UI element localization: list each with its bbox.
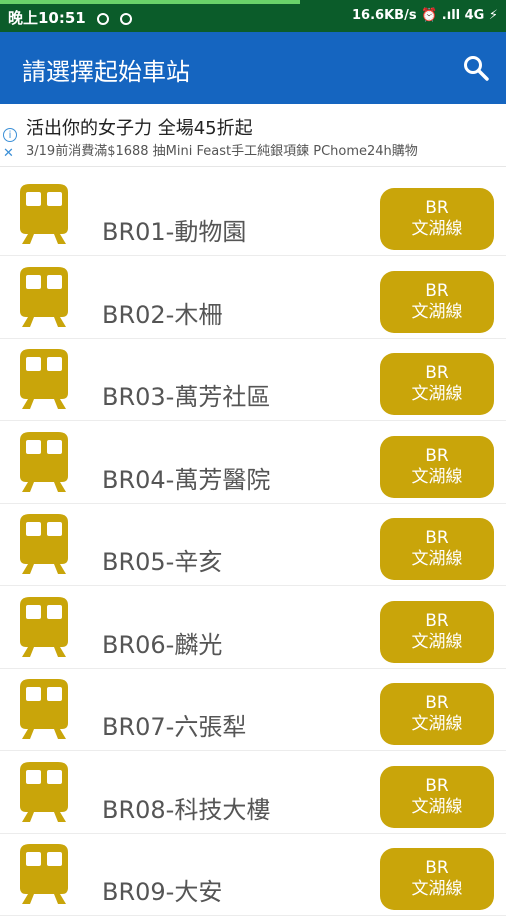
station-row[interactable]: BR07-六張犁 BR 文湖線: [0, 669, 506, 751]
station-name: BR06-麟光: [102, 630, 223, 659]
status-bar: 晚上10:51 16.6KB/s ⏰ .ıll 4G ⚡: [0, 0, 506, 32]
line-badge-button[interactable]: BR 文湖線: [380, 518, 494, 580]
station-name: BR04-萬芳醫院: [102, 465, 271, 494]
ad-subtitle: 3/19前消費滿$1688 抽Mini Feast手工純銀項鍊 PChome24…: [26, 144, 418, 159]
ad-title: 活出你的女子力 全場45折起: [26, 118, 253, 139]
search-icon[interactable]: [462, 54, 490, 82]
line-code: BR: [425, 693, 449, 713]
ad-banner[interactable]: i ✕ 活出你的女子力 全場45折起 3/19前消費滿$1688 抽Mini F…: [0, 104, 506, 167]
line-badge-button[interactable]: BR 文湖線: [380, 353, 494, 415]
station-name: BR08-科技大樓: [102, 795, 271, 824]
station-row[interactable]: BR04-萬芳醫院 BR 文湖線: [0, 422, 506, 504]
line-code: BR: [425, 445, 449, 466]
station-row[interactable]: BR02-木柵 BR 文湖線: [0, 257, 506, 339]
train-icon: [12, 430, 76, 494]
line-name: 文湖線: [411, 879, 463, 899]
station-name: BR03-萬芳社區: [102, 383, 271, 411]
train-icon: [12, 595, 76, 659]
line-code: BR: [425, 610, 449, 631]
status-indicators: 16.6KB/s ⏰ .ıll 4G ⚡: [352, 8, 498, 23]
station-name: BR09-大安: [102, 878, 223, 906]
status-time: 晚上10:51: [8, 9, 86, 27]
station-row[interactable]: BR01-動物園 BR 文湖線: [0, 174, 506, 256]
train-icon: [12, 677, 76, 741]
station-name: BR01-動物園: [102, 218, 247, 246]
line-code: BR: [425, 198, 449, 218]
station-row[interactable]: BR06-麟光 BR 文湖線: [0, 587, 506, 669]
train-icon: [12, 760, 76, 824]
station-name: BR02-木柵: [102, 300, 223, 329]
line-code: BR: [425, 858, 449, 878]
station-row[interactable]: BR05-辛亥 BR 文湖線: [0, 504, 506, 586]
train-icon: [12, 265, 76, 329]
line-name: 文湖線: [411, 466, 463, 487]
status-time-group: 晚上10:51: [8, 7, 133, 28]
line-badge-button[interactable]: BR 文湖線: [380, 683, 494, 745]
train-icon: [12, 842, 76, 906]
line-code: BR: [425, 363, 449, 383]
train-icon: [12, 512, 76, 576]
station-row[interactable]: BR03-萬芳社區 BR 文湖線: [0, 339, 506, 421]
ad-info-icon[interactable]: i: [3, 128, 17, 142]
station-name: BR07-六張犁: [102, 713, 247, 741]
train-icon: [12, 347, 76, 411]
app-bar: 請選擇起始車站: [0, 32, 506, 104]
line-name: 文湖線: [411, 219, 463, 239]
ad-close-icon[interactable]: ✕: [3, 146, 14, 161]
station-name: BR05-辛亥: [102, 548, 223, 576]
page-title: 請選擇起始車站: [22, 58, 190, 86]
train-icon: [12, 182, 76, 246]
line-name: 文湖線: [411, 384, 463, 404]
line-badge-button[interactable]: BR 文湖線: [380, 435, 494, 498]
line-badge-button[interactable]: BR 文湖線: [380, 765, 494, 828]
line-badge-button[interactable]: BR 文湖線: [380, 600, 494, 663]
line-name: 文湖線: [411, 631, 463, 652]
line-badge-button[interactable]: BR 文湖線: [380, 188, 494, 250]
station-row[interactable]: BR08-科技大樓 BR 文湖線: [0, 752, 506, 834]
line-code: BR: [425, 775, 449, 796]
station-row[interactable]: BR09-大安 BR 文湖線: [0, 834, 506, 916]
line-code: BR: [425, 280, 449, 301]
line-name: 文湖線: [411, 796, 463, 817]
line-badge-button[interactable]: BR 文湖線: [380, 270, 494, 333]
line-name: 文湖線: [411, 301, 463, 322]
line-name: 文湖線: [411, 549, 463, 569]
notification-icon: [96, 13, 109, 25]
page-load-progress: [0, 0, 300, 4]
line-name: 文湖線: [411, 714, 463, 734]
line-badge-button[interactable]: BR 文湖線: [380, 848, 494, 910]
line-code: BR: [425, 528, 449, 548]
notification-icon-2: [120, 13, 133, 25]
